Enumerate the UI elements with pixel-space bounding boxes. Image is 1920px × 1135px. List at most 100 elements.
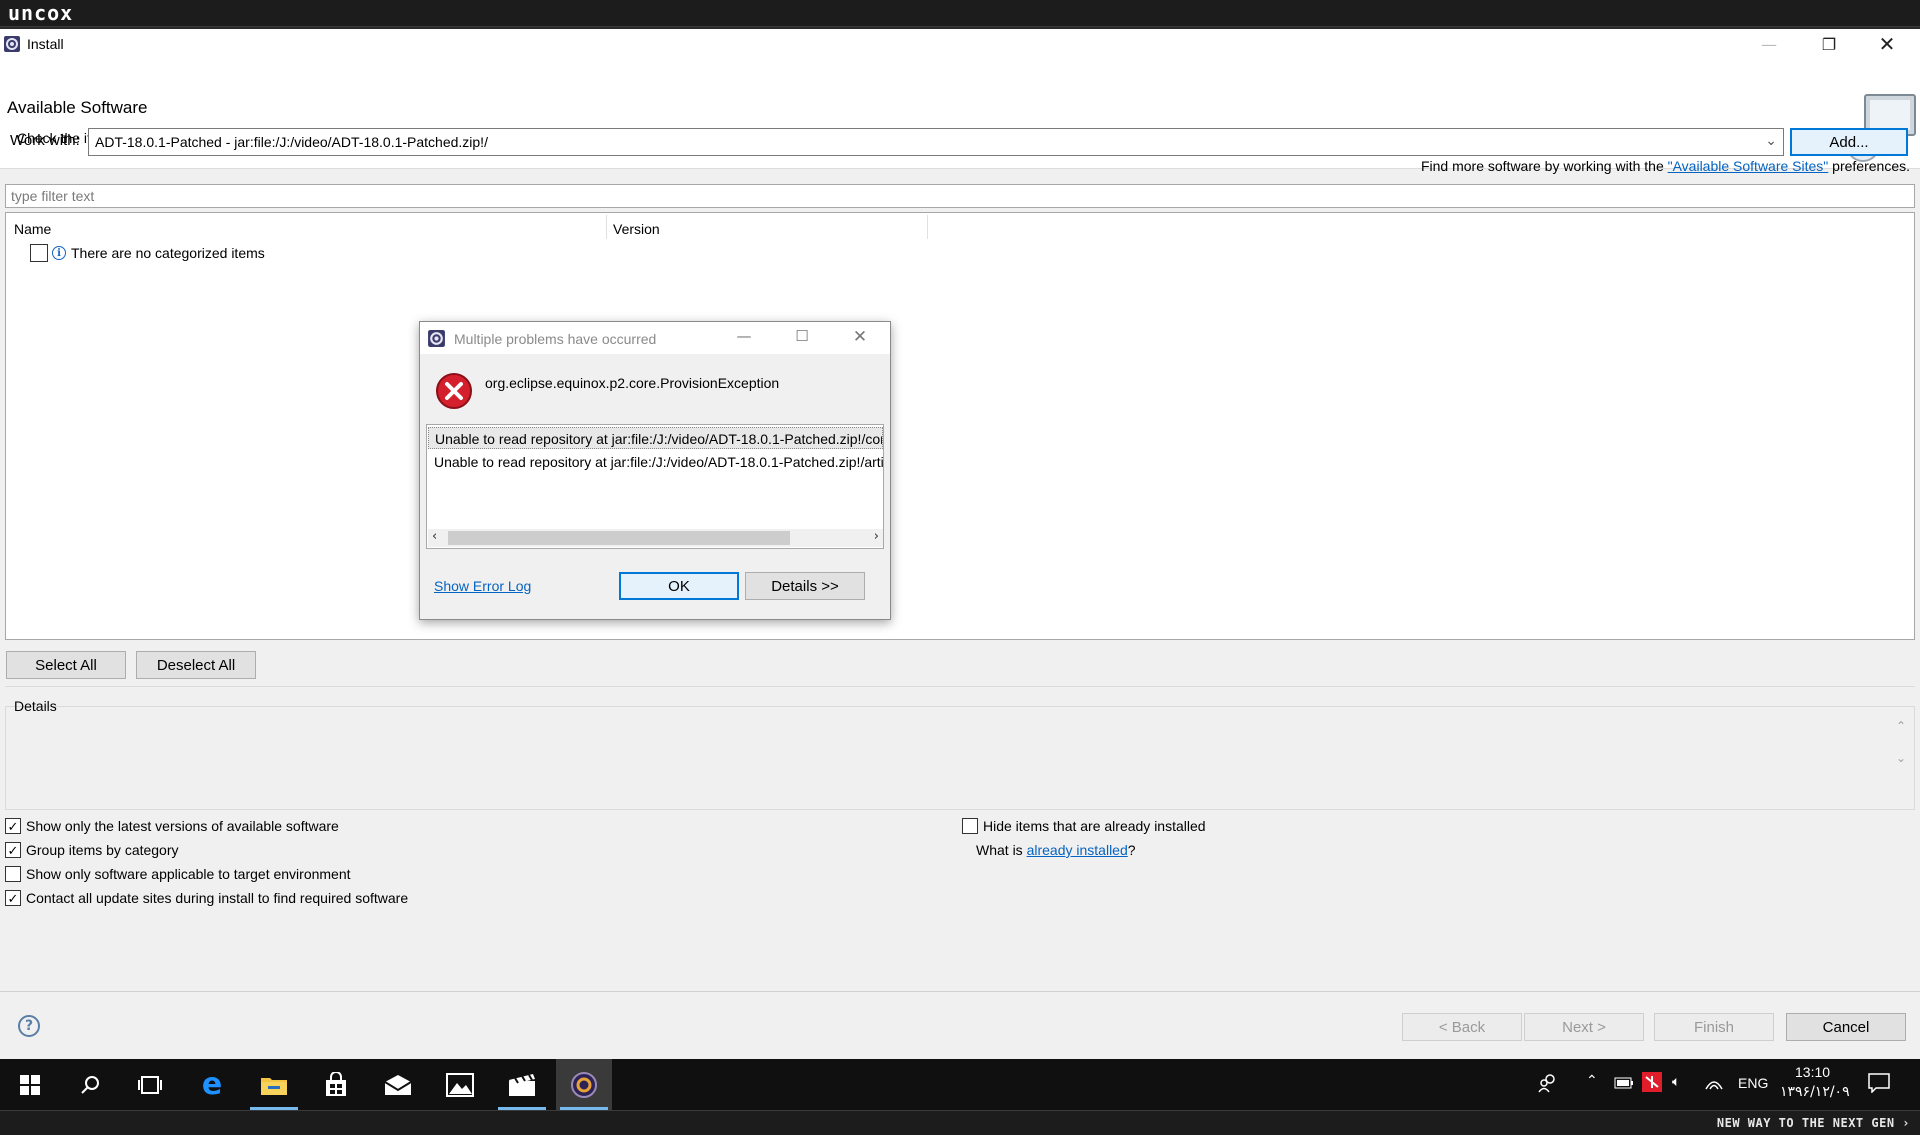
work-with-combo[interactable]: ADT-18.0.1-Patched - jar:file:/J:/video/…	[88, 128, 1784, 156]
option-hide-installed[interactable]: Hide items that are already installed	[962, 818, 1206, 834]
mail-icon[interactable]	[370, 1059, 426, 1110]
task-view-icon[interactable]	[122, 1059, 178, 1110]
dialog-message: org.eclipse.equinox.p2.core.ProvisionExc…	[485, 375, 780, 391]
work-with-label: Work with:	[10, 132, 80, 149]
notifications-icon[interactable]	[1868, 1073, 1890, 1096]
window-titlebar[interactable]: Install — ❐ ✕	[0, 29, 1920, 59]
group-by-category-checkbox[interactable]: ✓	[5, 842, 21, 858]
page-title: Available Software	[7, 98, 148, 117]
restore-icon[interactable]: ❐	[1800, 29, 1858, 59]
eclipse-app-icon	[4, 36, 20, 52]
minimize-icon[interactable]: —	[729, 327, 759, 345]
install-window: Install — ❐ ✕ Available Software Check t…	[0, 29, 1920, 1059]
option-applicable-only[interactable]: Show only software applicable to target …	[5, 866, 351, 882]
security-alert-icon[interactable]	[1642, 1072, 1662, 1095]
list-item[interactable]: Unable to read repository at jar:file:/J…	[428, 427, 883, 449]
latest-versions-label: Show only the latest versions of availab…	[26, 818, 339, 834]
volume-icon[interactable]: 🔈︎	[1672, 1073, 1680, 1090]
problem-list[interactable]: Unable to read repository at jar:file:/J…	[426, 424, 884, 549]
what-is-prefix: What is	[976, 842, 1023, 858]
back-button[interactable]: < Back	[1402, 1013, 1522, 1041]
search-icon[interactable]	[62, 1059, 118, 1110]
find-more-prefix: Find more software by working with the	[1420, 158, 1668, 174]
close-icon[interactable]: ✕	[1858, 29, 1916, 59]
eclipse-app-icon	[428, 330, 445, 347]
select-all-button[interactable]: Select All	[6, 651, 126, 679]
dialog-titlebar[interactable]: Multiple problems have occurred — ☐ ✕	[420, 322, 890, 354]
option-group-by-category[interactable]: ✓ Group items by category	[5, 842, 179, 858]
next-button[interactable]: Next >	[1524, 1013, 1644, 1041]
close-icon[interactable]: ✕	[845, 327, 875, 347]
top-branding-strip: uncox	[0, 0, 1920, 27]
tree-row-checkbox[interactable]	[30, 244, 48, 262]
scroll-right-icon[interactable]: ›	[874, 529, 879, 544]
dialog-title: Multiple problems have occurred	[454, 331, 657, 347]
column-divider[interactable]	[927, 215, 928, 239]
what-is-installed-text: What is already installed?	[976, 842, 1136, 858]
tree-row[interactable]: i There are no categorized items	[30, 243, 265, 263]
window-title: Install	[27, 36, 64, 52]
ok-button[interactable]: OK	[619, 572, 739, 600]
add-site-button[interactable]: Add...	[1790, 128, 1908, 156]
tree-row-label: There are no categorized items	[71, 245, 265, 261]
hide-installed-label: Hide items that are already installed	[983, 818, 1206, 834]
start-icon[interactable]	[2, 1059, 58, 1110]
group-by-category-label: Group items by category	[26, 842, 179, 858]
people-icon[interactable]	[1538, 1073, 1558, 1096]
error-icon	[436, 373, 472, 409]
option-contact-sites[interactable]: ✓ Contact all update sites during instal…	[5, 890, 408, 906]
hide-installed-checkbox[interactable]	[962, 818, 978, 834]
scroll-left-icon[interactable]: ‹	[432, 529, 437, 544]
wifi-icon[interactable]	[1704, 1073, 1724, 1094]
edge-icon[interactable]: e	[184, 1059, 240, 1110]
file-explorer-icon[interactable]	[246, 1059, 302, 1110]
clock-date[interactable]: ۱۳۹۶/۱۲/۰۹	[1780, 1084, 1850, 1100]
slogan-text: NEW WAY TO THE NEXT GEN ›	[1716, 1116, 1910, 1130]
applicable-only-label: Show only software applicable to target …	[26, 866, 351, 882]
option-latest-versions[interactable]: ✓ Show only the latest versions of avail…	[5, 818, 339, 834]
footer-divider	[0, 991, 1920, 992]
scrollbar-thumb[interactable]	[448, 531, 790, 545]
photos-icon[interactable]	[432, 1059, 488, 1110]
column-header-name[interactable]: Name	[14, 221, 51, 237]
details-label: Details	[14, 698, 57, 714]
chevron-up-icon[interactable]: ⌃	[1586, 1072, 1598, 1089]
store-icon[interactable]	[308, 1059, 364, 1110]
scroll-down-icon[interactable]: ⌄	[1896, 751, 1906, 765]
work-with-value: ADT-18.0.1-Patched - jar:file:/J:/video/…	[95, 134, 488, 150]
column-header-version[interactable]: Version	[613, 221, 660, 237]
find-more-text: Find more software by working with the "…	[1421, 158, 1910, 174]
contact-sites-checkbox[interactable]: ✓	[5, 890, 21, 906]
find-more-suffix: preferences.	[1828, 158, 1910, 174]
latest-versions-checkbox[interactable]: ✓	[5, 818, 21, 834]
contact-sites-label: Contact all update sites during install …	[26, 890, 409, 906]
filter-input[interactable]: type filter text	[5, 184, 1915, 208]
details-divider	[5, 686, 1915, 687]
minimize-icon[interactable]: —	[1740, 29, 1798, 59]
language-indicator[interactable]: ENG	[1738, 1075, 1768, 1091]
already-installed-link[interactable]: already installed	[1027, 842, 1128, 858]
battery-icon[interactable]	[1614, 1076, 1634, 1092]
details-area[interactable]: ⌃ ⌄	[5, 706, 1915, 810]
column-divider[interactable]	[606, 215, 607, 239]
what-is-suffix: ?	[1127, 842, 1136, 858]
info-icon: i	[52, 246, 66, 260]
eclipse-icon[interactable]	[556, 1059, 612, 1110]
finish-button[interactable]: Finish	[1654, 1013, 1774, 1041]
chevron-down-icon[interactable]: ⌄	[1765, 133, 1777, 149]
deselect-all-button[interactable]: Deselect All	[136, 651, 256, 679]
scroll-up-icon[interactable]: ⌃	[1896, 719, 1906, 733]
show-error-log-link[interactable]: Show Error Log	[434, 578, 531, 594]
details-button[interactable]: Details >>	[745, 572, 865, 600]
available-software-sites-link[interactable]: "Available Software Sites"	[1668, 158, 1829, 174]
movies-icon[interactable]	[494, 1059, 550, 1110]
taskbar: e ⌃ 🔈︎ ENG 13:10 ۱۳۹۶/۱۲/۰۹	[0, 1059, 1920, 1110]
horizontal-scrollbar[interactable]: ‹ ›	[428, 529, 883, 547]
software-tree: Name Version i There are no categorized …	[5, 212, 1915, 640]
clock-time[interactable]: 13:10	[1795, 1064, 1830, 1080]
cancel-button[interactable]: Cancel	[1786, 1013, 1906, 1041]
help-icon[interactable]: ?	[18, 1015, 40, 1037]
maximize-icon[interactable]: ☐	[787, 327, 817, 345]
applicable-only-checkbox[interactable]	[5, 866, 21, 882]
list-item[interactable]: Unable to read repository at jar:file:/J…	[428, 451, 883, 473]
